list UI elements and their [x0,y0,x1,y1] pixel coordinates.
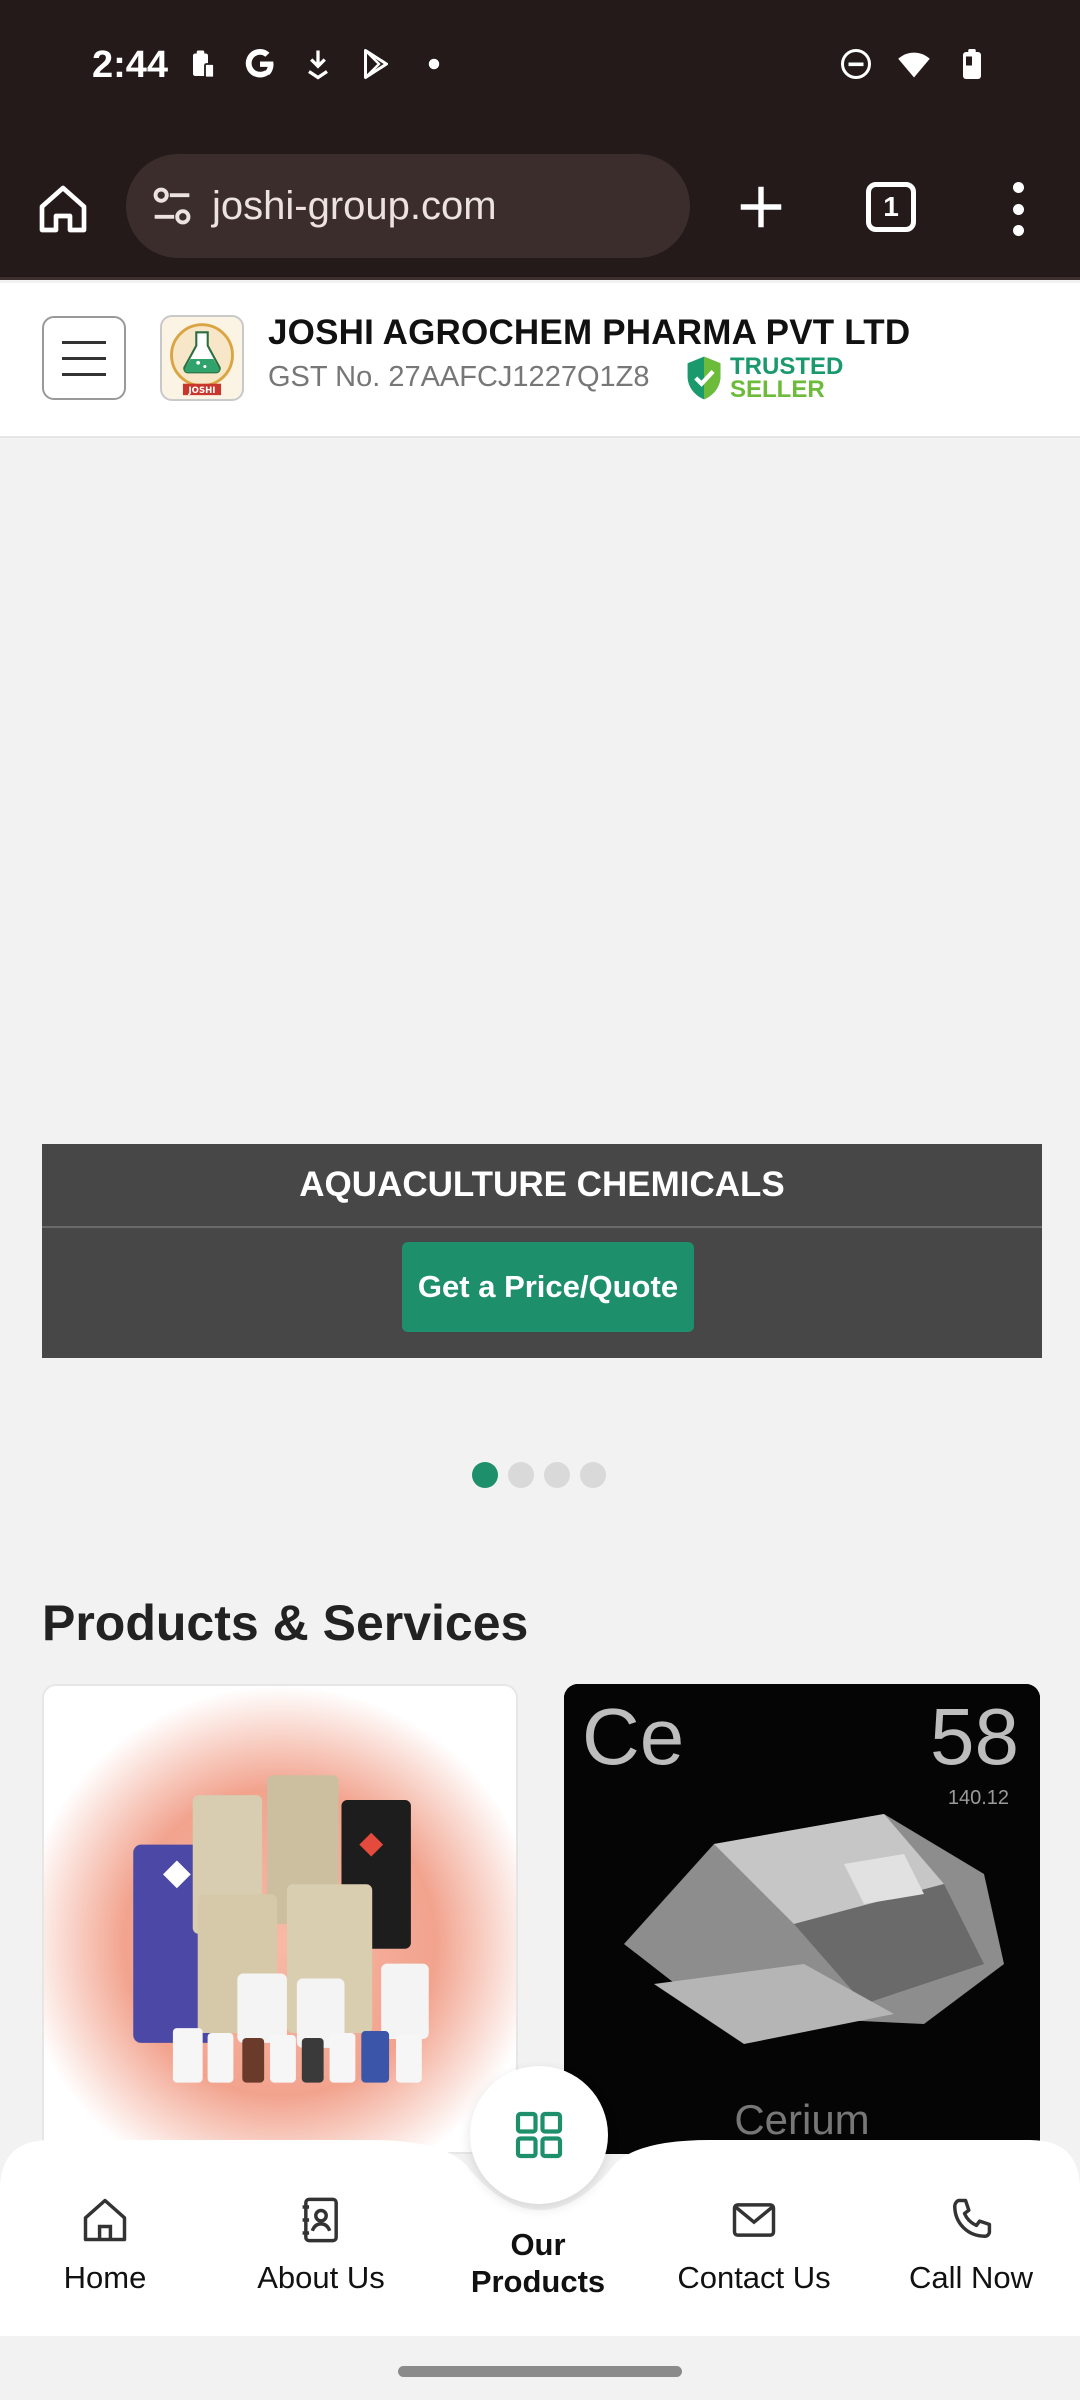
wifi-icon [896,46,932,82]
google-icon [242,46,278,82]
contact-book-icon [302,2197,338,2243]
menu-dot-icon [1012,225,1024,236]
hamburger-line [62,340,106,344]
dot-icon [416,46,452,82]
products-grid-button[interactable] [470,2066,608,2204]
trusted-seller-badge: TRUSTED SELLER [684,353,844,403]
carousel-dots [472,1462,606,1488]
hamburger-menu-button[interactable] [42,316,126,400]
download-icon [300,46,336,82]
cerium-element-image: Ce 58 140.12 Cerium [564,1684,1040,2154]
chemical-containers-image [44,1686,516,2152]
plus-icon [740,186,782,228]
url-text[interactable]: joshi-group.com [212,184,497,229]
svg-text:58: 58 [930,1692,1019,1781]
browser-menu-button[interactable] [996,174,1040,244]
address-bar[interactable]: joshi-group.com [126,154,690,258]
status-time: 2:44 [92,44,169,86]
clipboard-icon [184,46,220,82]
gesture-navigation-bar[interactable] [398,2366,682,2377]
nav-call-label: Call Now [908,2260,1034,2295]
nav-about-us[interactable]: About Us [221,2194,421,2296]
nav-home[interactable]: Home [5,2194,205,2296]
product-card-chemicals[interactable] [42,1684,518,2154]
status-icons-right [838,46,990,82]
new-tab-button[interactable] [726,172,796,242]
svg-text:Ce: Ce [582,1692,684,1781]
hamburger-line [62,372,106,376]
menu-dot-icon [1012,203,1024,215]
home-icon [39,185,87,233]
svg-text:Cerium: Cerium [734,2096,869,2143]
battery-icon [954,46,990,82]
mail-icon [732,2203,776,2237]
tab-switcher-button[interactable]: 1 [866,182,916,232]
shield-check-icon [687,356,721,400]
seller-label: SELLER [730,376,825,403]
do-not-disturb-icon [838,46,874,82]
status-bar: 2:44 [0,0,1080,140]
nav-contact-label: Contact Us [677,2260,831,2295]
product-card-cerium[interactable]: Ce 58 140.12 Cerium [564,1684,1040,2154]
banner-caption: AQUACULTURE CHEMICALS Get a Price/Quote [42,1144,1042,1358]
company-name[interactable]: JOSHI AGROCHEM PHARMA PVT LTD [268,313,910,353]
hamburger-line [62,356,106,360]
grid-icon [515,2111,563,2159]
menu-dot-icon [1012,182,1024,193]
play-store-icon [358,46,394,82]
section-title: Products & Services [42,1595,529,1651]
gst-number: GST No. 27AAFCJ1227Q1Z8 [268,361,650,393]
carousel-dot[interactable] [508,1462,534,1488]
nav-call-now[interactable]: Call Now [871,2194,1071,2296]
phone-icon [953,2198,992,2238]
browser-toolbar: joshi-group.com 1 [0,140,1080,280]
site-header: JOSHI JOSHI AGROCHEM PHARMA PVT LTD GST … [0,283,1080,438]
carousel-dot[interactable] [544,1462,570,1488]
home-icon [83,2198,127,2242]
carousel-dot-active[interactable] [472,1462,498,1488]
get-quote-button[interactable]: Get a Price/Quote [402,1242,694,1332]
nav-home-label: Home [63,2260,147,2295]
site-settings-icon[interactable] [146,180,198,232]
carousel-dot[interactable] [580,1462,606,1488]
svg-text:140.12: 140.12 [948,1787,1009,1809]
svg-text:JOSHI: JOSHI [188,386,216,396]
company-logo[interactable]: JOSHI [160,315,244,401]
nav-products-label-line1: Our [510,2227,566,2262]
nav-contact-us[interactable]: Contact Us [654,2194,854,2296]
gesture-area [0,2336,1080,2400]
nav-products-label-line2: Products [470,2264,606,2299]
logo-flask-icon: JOSHI [170,323,234,396]
banner-title: AQUACULTURE CHEMICALS [42,1144,1042,1228]
nav-our-products[interactable]: Our Products [438,2226,638,2300]
trusted-label: TRUSTED [730,353,844,380]
home-button[interactable] [30,176,96,242]
status-icons-left [184,46,452,82]
nav-about-label: About Us [257,2260,385,2295]
